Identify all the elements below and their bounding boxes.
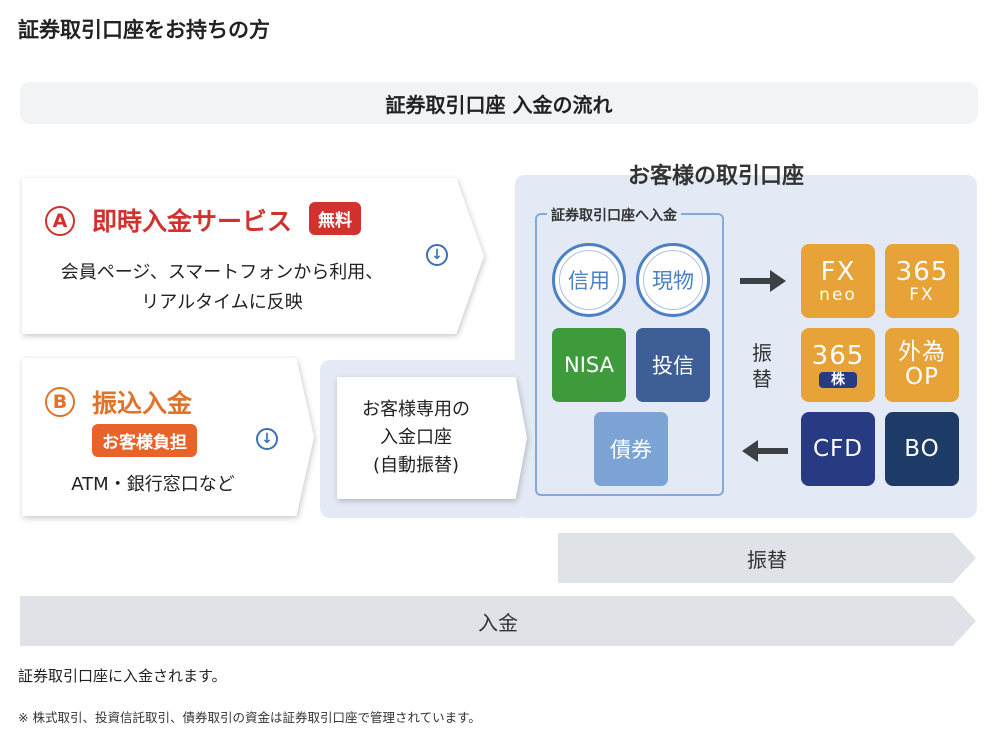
flow-title: 証券取引口座 入金の流れ (20, 82, 978, 124)
footer-note: 証券取引口座に入金されます。 (18, 667, 227, 685)
bank-transfer-title: 振込入金 (92, 389, 193, 418)
bank-transfer-card[interactable]: B 振込入金 お客様負担 ↓ ATM・銀行窓口など (22, 358, 314, 516)
customer-fee-badge: お客様負担 (92, 424, 197, 457)
deposit-bar-label: 入金 (478, 610, 518, 635)
instant-deposit-desc-1: 会員ページ、スマートフォンから利用、 (60, 262, 384, 283)
margin-trading-label: 信用 (568, 269, 610, 293)
bond-tile: 債券 (594, 412, 668, 486)
down-arrow-circle-icon[interactable]: ↓ (256, 428, 278, 450)
dedicated-line-1: お客様専用の (362, 399, 470, 420)
kabu365-sub: 株 (819, 371, 857, 388)
dedicated-account-wrapper: お客様専用の 入金口座 (自動振替) (337, 377, 527, 499)
cfd-tile: CFD (801, 412, 875, 486)
dedicated-line-2: 入金口座 (380, 427, 452, 448)
fx-neo-main: FX (820, 256, 856, 287)
deposit-bar: 入金 (20, 596, 976, 646)
investment-trust-tile: 投信 (636, 328, 710, 402)
gaitame-op-sub: OP (905, 364, 939, 390)
margin-trading-tile: 信用 (552, 243, 626, 317)
option-a-marker: A (45, 206, 75, 236)
gaitame-op-main: 外為 (898, 339, 946, 365)
kabu365-main: 365 (811, 340, 865, 371)
bank-transfer-card-wrapper: B 振込入金 お客様負担 ↓ ATM・銀行窓口など (22, 358, 314, 516)
nisa-label: NISA (564, 353, 614, 377)
footer-disclaimer: ※ 株式取引、投資信託取引、債券取引の資金は証券取引口座で管理されています。 (18, 710, 481, 725)
gaitame-op-tile: 外為 OP (885, 328, 959, 402)
down-arrow-circle-icon[interactable]: ↓ (426, 244, 448, 266)
bank-transfer-desc: ATM・銀行窓口など (71, 474, 235, 495)
bo-tile: BO (885, 412, 959, 486)
account-title: お客様の取引口座 (627, 164, 804, 189)
option-b-marker: B (45, 387, 75, 417)
transfer-bar: 振替 (558, 533, 976, 583)
bo-label: BO (904, 435, 940, 462)
fx365-tile: 365 FX (885, 244, 959, 318)
transfer-bar-label: 振替 (747, 547, 787, 572)
fx-neo-tile: FX neo (801, 244, 875, 318)
transfer-vertical-label: 振 替 (750, 340, 774, 392)
bond-label: 債券 (610, 438, 652, 462)
instant-deposit-card[interactable]: A 即時入金サービス 無料 ↓ 会員ページ、スマートフォンから利用、 リアルタイ… (22, 178, 484, 334)
fx-neo-sub: neo (819, 284, 857, 305)
securities-account-title: 証券取引口座へ入金 (547, 205, 681, 225)
free-badge: 無料 (309, 202, 361, 235)
cfd-label: CFD (813, 435, 863, 462)
investment-trust-label: 投信 (652, 354, 694, 378)
arrow-left-icon (742, 440, 788, 462)
cash-trading-label: 現物 (652, 269, 694, 293)
instant-deposit-desc-2: リアルタイムに反映 (141, 292, 303, 313)
fx365-main: 365 (895, 256, 949, 287)
dedicated-deposit-account: お客様専用の 入金口座 (自動振替) (337, 377, 527, 499)
arrow-right-icon (740, 270, 786, 292)
page-heading: 証券取引口座をお持ちの方 (18, 18, 270, 42)
instant-deposit-card-wrapper: A 即時入金サービス 無料 ↓ 会員ページ、スマートフォンから利用、 リアルタイ… (22, 178, 484, 334)
kabu365-tile: 365 株 (801, 328, 875, 402)
instant-deposit-title: 即時入金サービス (92, 207, 293, 236)
fx365-sub: FX (909, 284, 935, 305)
transfer-vertical-char-1: 振 (752, 341, 772, 365)
transfer-vertical-char-2: 替 (752, 367, 772, 391)
nisa-tile: NISA (552, 328, 626, 402)
cash-trading-tile: 現物 (636, 243, 710, 317)
dedicated-line-3: (自動振替) (372, 455, 460, 476)
